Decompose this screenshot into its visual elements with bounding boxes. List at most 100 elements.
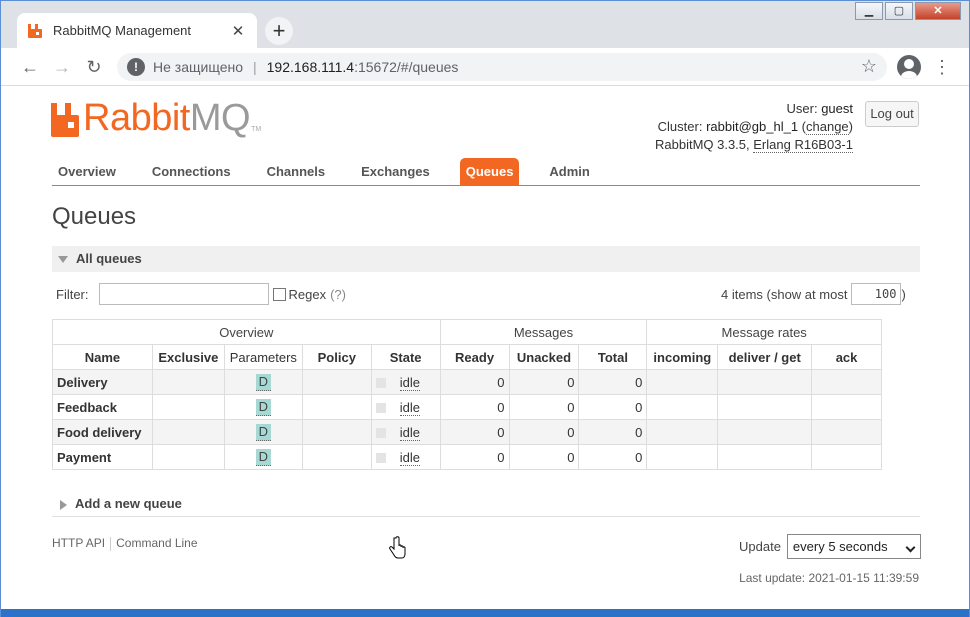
header-info: User: guest Cluster: rabbit@gb_hl_1 (cha… [654,101,853,153]
footer-links: HTTP API Command Line [52,536,198,551]
durable-badge: D [255,373,272,391]
state-text: idle [399,424,420,441]
minimize-button[interactable]: ▁ [855,2,883,20]
regex-checkbox[interactable] [272,287,286,301]
close-icon[interactable]: ✕ [229,22,247,40]
ready-count: 0 [439,394,510,420]
column-header-exclusive[interactable]: Exclusive [151,344,225,370]
ack-rate [811,444,882,470]
add-queue-section-toggle[interactable]: Add a new queue [52,491,920,517]
tab-queues[interactable]: Queues [459,158,520,185]
state-text: idle [399,449,420,466]
table-row[interactable]: Payment D idle 0 0 0 [52,444,882,470]
regex-help-link[interactable]: (?) [330,287,346,302]
tab-exchanges[interactable]: Exchanges [355,158,436,185]
unacked-count: 0 [508,369,580,395]
update-control: Update every 5 seconds [739,534,921,559]
deliver-get-rate [717,419,813,445]
group-messages: Messages [439,319,648,345]
forward-arrow-icon[interactable]: → [49,54,75,80]
exclusive-cell [151,369,225,395]
state-indicator-icon [375,403,386,414]
durable-badge: D [255,448,272,466]
bookmark-star-icon[interactable]: ☆ [861,56,877,77]
durable-badge: D [255,398,272,416]
profile-avatar-icon[interactable] [897,55,921,79]
max-items-input[interactable]: 100 [851,283,902,305]
tab-overview[interactable]: Overview [52,158,122,185]
column-header-unacked[interactable]: Unacked [508,344,580,370]
change-cluster-link[interactable]: change [806,119,849,135]
page-title: Queues [52,203,137,230]
exclusive-cell [151,444,225,470]
more-menu-icon[interactable]: ⋮ [933,55,951,79]
maximize-button[interactable]: ▢ [885,2,913,20]
ready-count: 0 [439,369,510,395]
http-api-link[interactable]: HTTP API [52,536,105,550]
cluster-label: Cluster: [657,119,703,134]
column-header-policy[interactable]: Policy [301,344,372,370]
incoming-rate [646,369,719,395]
rabbitmq-logo-icon [51,103,79,137]
queue-name-link[interactable]: Food delivery [52,419,153,445]
column-header-incoming[interactable]: incoming [646,344,719,370]
logo-text-mq: MQ [189,97,251,139]
expand-triangle-icon [60,499,67,510]
column-header-total[interactable]: Total [578,344,648,370]
regex-label: Regex [288,286,327,302]
queue-name-link[interactable]: Delivery [52,369,153,395]
rabbitmq-favicon-icon [28,23,42,38]
column-header-state[interactable]: State [370,344,441,370]
tab-strip: RabbitMQ Management ✕ + ▁ ▢ ✕ [1,1,969,48]
browser-window: RabbitMQ Management ✕ + ▁ ▢ ✕ ← → ↻ ! Не… [0,0,970,617]
url-host[interactable]: 192.168.111.4 [267,59,354,75]
group-overview: Overview [52,319,441,345]
back-arrow-icon[interactable]: ← [17,54,43,80]
all-queues-section-toggle[interactable]: All queues [52,246,920,272]
column-header-ready[interactable]: Ready [439,344,510,370]
table-row[interactable]: Food delivery D idle 0 0 0 [52,419,882,445]
ack-rate [811,394,882,420]
command-line-link[interactable]: Command Line [116,536,197,550]
items-close-paren: ) [901,286,906,302]
tab-admin[interactable]: Admin [543,158,595,185]
state-text: idle [399,374,420,391]
separator: | [253,59,257,75]
update-label: Update [739,539,781,554]
tab-title: RabbitMQ Management [53,23,192,38]
add-queue-label: Add a new queue [75,496,182,511]
column-header-deliver-get[interactable]: deliver / get [717,344,813,370]
user-name: guest [821,101,853,116]
state-text: idle [399,399,420,416]
url-path[interactable]: :15672/#/queues [354,59,458,75]
address-bar[interactable]: ! Не защищено | 192.168.111.4:15672/#/qu… [117,53,887,81]
logout-button[interactable]: Log out [865,101,919,127]
state-indicator-icon [375,378,386,389]
warning-icon[interactable]: ! [127,58,145,76]
window-controls: ▁ ▢ ✕ [853,2,961,20]
filter-input[interactable] [98,283,269,305]
table-row[interactable]: Feedback D idle 0 0 0 [52,394,882,420]
logo-trademark: TM [251,126,262,133]
items-count: 4 items (show at most 100) [721,283,906,305]
new-tab-button[interactable]: + [265,17,293,45]
erlang-version: Erlang R16B03-1 [753,137,853,153]
table-row[interactable]: Delivery D idle 0 0 0 [52,369,882,395]
total-count: 0 [578,369,648,395]
queue-name-link[interactable]: Payment [52,444,153,470]
exclusive-cell [151,394,225,420]
version-text: RabbitMQ 3.3.5, [654,137,750,152]
update-interval-select[interactable]: every 5 seconds [786,534,921,559]
column-header-ack[interactable]: ack [811,344,882,370]
column-header-name[interactable]: Name [52,344,153,370]
reload-icon[interactable]: ↻ [81,54,107,80]
browser-tab[interactable]: RabbitMQ Management ✕ [17,13,257,48]
security-label[interactable]: Не защищено [153,59,243,75]
tab-channels[interactable]: Channels [261,158,332,185]
tab-connections[interactable]: Connections [146,158,237,185]
queue-name-link[interactable]: Feedback [52,394,153,420]
rabbitmq-logo: RabbitMQ TM [51,99,261,137]
incoming-rate [646,444,719,470]
close-window-button[interactable]: ✕ [915,2,961,20]
user-label: User: [786,101,818,116]
